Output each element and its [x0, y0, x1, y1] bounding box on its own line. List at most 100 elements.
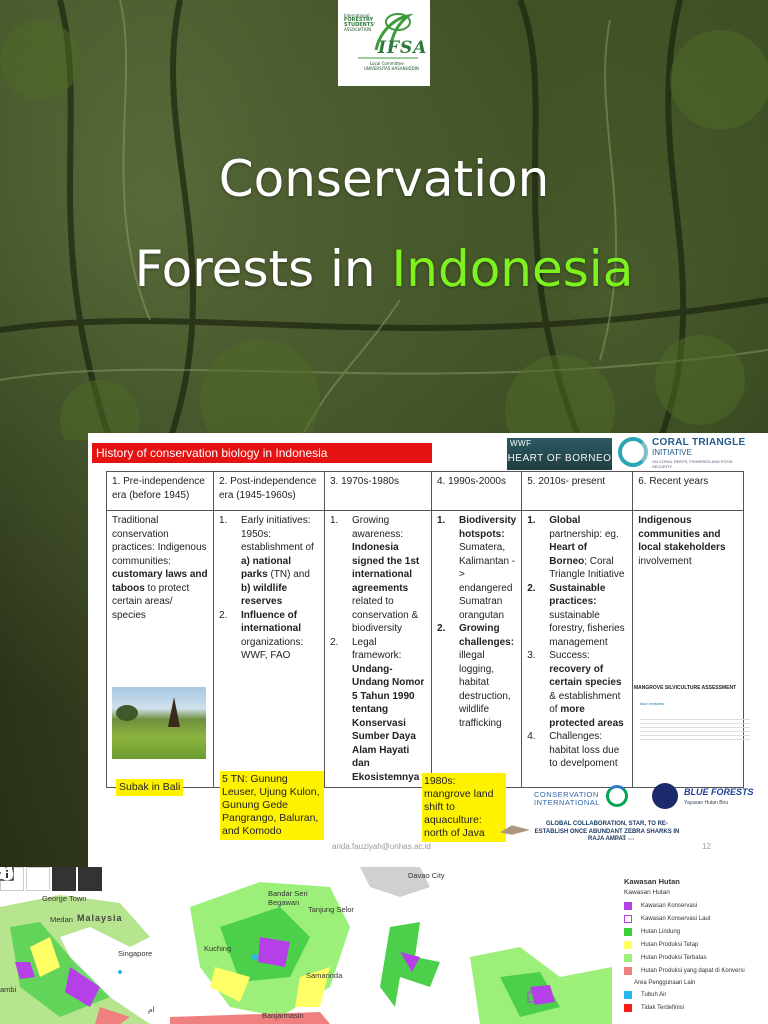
place-label: Samarinda [306, 971, 343, 980]
text-bold: Biodiversity hotspots: [459, 515, 517, 540]
legend-swatch [624, 990, 632, 999]
ct-line3: ON CORAL REEFS, FISHERIES AND FOOD SECUR… [652, 459, 733, 469]
legend-label: Hutan Produksi Tetap [641, 941, 699, 948]
text: (TN) and [267, 569, 310, 580]
list-number: 1. [219, 515, 228, 526]
text: organizations: WWF, FAO [241, 636, 304, 662]
legend-swatch [624, 979, 626, 987]
text: Success: [549, 650, 590, 661]
coral-triangle-logo: CORAL TRIANGLE INITIATIVE ON CORAL REEFS… [618, 437, 758, 471]
text: involvement [638, 555, 692, 567]
list-number: 1. [527, 515, 536, 526]
text-bold: Growing challenges: [459, 623, 515, 648]
text-bold: Indonesia signed the 1st international a… [352, 542, 420, 594]
list-number: 2. [437, 623, 446, 634]
logo-ifsa-mark: IFSA [378, 38, 428, 58]
title-part-highlight: Indonesia [391, 240, 634, 298]
info-button[interactable] [0, 867, 102, 891]
legend-item: Hutan Lindung [624, 926, 680, 937]
header-cell: 4. 1990s-2000s [430, 471, 523, 511]
legend-label: Area Penggunaan Lain [634, 979, 696, 986]
coral-triangle-icon [618, 437, 648, 467]
global-collaboration-date: November 28, 2022 [608, 837, 635, 841]
text-bold: Heart of Borneo [549, 542, 588, 567]
photo-temple [168, 697, 180, 727]
text-bold: Global [549, 515, 581, 526]
mangrove-assessment-thumbnail: MANGROVE SILVICULTURE ASSESSMENT blue ve… [634, 685, 766, 755]
logo-text-association: ASSOCIATION [344, 27, 372, 32]
ci-ring-icon [606, 785, 628, 807]
logo-lc-line2: UNIVERSITAS HASANUDDIN [364, 66, 419, 71]
list-item: 2. Sustainable practices: sustainable for… [527, 582, 627, 650]
legend-swatch [624, 940, 632, 949]
legend-item: Kawasan Konservasi Laut [624, 913, 710, 924]
header-cell: 3. 1970s-1980s [324, 471, 432, 511]
heart-of-borneo-label: HEART OF BORNEO [507, 453, 612, 464]
blue-ventures-logo: blue ventures [640, 701, 665, 706]
legend-subtitle: Kawasan Hutan [624, 889, 670, 896]
legend-swatch [624, 1003, 632, 1012]
grid-view-button[interactable] [0, 867, 76, 891]
history-slide: History of conservation biology in Indon… [88, 433, 768, 867]
bf-line2: Yayasan Hutan Biru [684, 800, 729, 806]
legend-item: Hutan Produksi Tetap [624, 939, 698, 950]
wwf-panda-icon: WWF [510, 439, 532, 448]
legend-label: Tubuh Air [641, 991, 667, 998]
note-five-national-parks: 5 TN: Gunung Leuser, Ujung Kulon, Gunung… [220, 771, 324, 840]
legend-swatch [624, 914, 632, 923]
list-item: 3. Success: recovery of certain species &… [527, 649, 627, 730]
slide-title: History of conservation biology in Indon… [92, 443, 432, 463]
place-label: Banjarmasin [262, 1011, 304, 1020]
legend-label: Kawasan Konservasi Laut [641, 915, 711, 922]
legend-item: Tidak Terdefinisi [624, 1002, 684, 1013]
list-number: 4. [527, 731, 536, 742]
layers-toggle-button[interactable] [0, 867, 50, 891]
legend-swatch [624, 927, 632, 936]
heart-of-borneo-logo: WWF HEART OF BORNEO [507, 438, 612, 470]
header-cell: 1. Pre-independence era (before 1945) [106, 471, 214, 511]
mangrove-text-lines [640, 719, 750, 741]
note-subak-bali: Subak in Bali [116, 779, 184, 796]
ci-text: CONSERVATION INTERNATIONAL [534, 791, 600, 807]
title-part-plain: Forests in [134, 240, 392, 298]
legend-swatch [624, 966, 632, 975]
map-legend: Kawasan Hutan Kawasan Hutan Kawasan Kons… [612, 867, 768, 1024]
slide-page-number: 12 [702, 842, 711, 851]
text-bold: Sustainable practices: [549, 582, 606, 608]
legend-item: Hutan Produksi Terbatas [624, 952, 707, 963]
legend-item: Hutan Produksi yang dapat di Konversi [624, 965, 745, 976]
author-email: arida.fauziyah@unhas.ac.id [332, 842, 431, 851]
text: Traditional conservation practices: Indi… [112, 515, 207, 567]
text: partnership: eg. [549, 528, 619, 540]
list-item: 1. Early initiatives: 1950s: establishmen… [219, 514, 319, 609]
list-item: 2. Legal framework: Undang-Undang Nomor 5… [330, 636, 426, 785]
blue-forests-icon [652, 783, 678, 809]
cell-1990s-2000s: 1. Biodiversity hotspots: Sumatera, Kalim… [430, 510, 523, 788]
list-number: 2. [219, 609, 228, 621]
global-collaboration-headline: GLOBAL COLLABORATION, STAR, TO RE-ESTABL… [534, 821, 680, 842]
place-label: Davao City [408, 871, 445, 880]
text: Early initiatives: 1950s: establishment … [241, 515, 314, 553]
list-number: 2. [330, 636, 339, 648]
table-header-row: 1. Pre-independence era (before 1945) 2.… [106, 471, 745, 511]
place-label: Tanjung Selor [308, 905, 354, 914]
header-cell: 2. Post-independence era (1945-1960s) [213, 471, 325, 511]
forest-area-map[interactable]: Davao City Bandar Seri Begawan George To… [0, 867, 768, 1024]
list-number: 1. [437, 515, 446, 526]
legend-label: Hutan Produksi yang dapat di Konversi [641, 967, 745, 974]
list-item: 2. Influence of international organizatio… [219, 609, 319, 663]
note-mangrove-shift: 1980s: mangrove land shift to aquacultur… [422, 773, 506, 842]
legend-item: Kawasan Konservasi [624, 900, 697, 911]
blue-forests-logo: BLUE FORESTS Yayasan Hutan Biru [652, 781, 762, 813]
text: related to conservation & biodiversity [352, 596, 419, 634]
text-bold: Undang-Undang Nomor 5 Tahun 1990 tentang… [352, 663, 425, 783]
legend-label: Hutan Produksi Terbatas [641, 954, 707, 961]
country-label: Malaysia [77, 913, 123, 923]
info-icon [0, 867, 14, 881]
ct-line1: CORAL TRIANGLE [652, 437, 746, 448]
text: illegal logging, habitat destruction, wi… [459, 650, 511, 729]
legend-label: Hutan Lindung [641, 928, 681, 935]
title-line-2: Forests in Indonesia [0, 240, 768, 298]
bf-line1: BLUE FORESTS [684, 787, 754, 797]
legend-item: Area Penggunaan Lain [624, 977, 695, 988]
